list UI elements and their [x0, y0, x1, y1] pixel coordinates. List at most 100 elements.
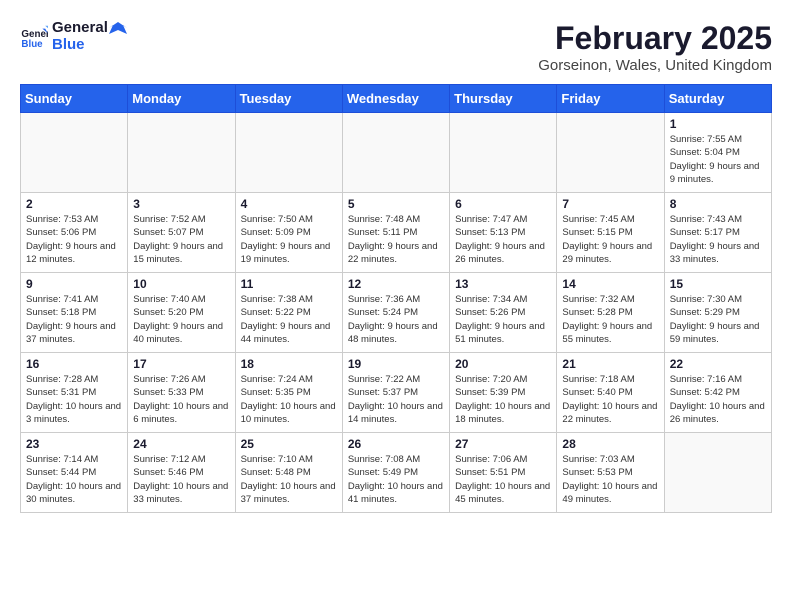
day-number: 27 [455, 437, 551, 451]
day-number: 5 [348, 197, 444, 211]
table-row [235, 113, 342, 193]
calendar-table: Sunday Monday Tuesday Wednesday Thursday… [20, 84, 772, 513]
day-number: 7 [562, 197, 658, 211]
day-info: Sunrise: 7:06 AM Sunset: 5:51 PM Dayligh… [455, 453, 551, 506]
day-info: Sunrise: 7:38 AM Sunset: 5:22 PM Dayligh… [241, 293, 337, 346]
table-row: 24Sunrise: 7:12 AM Sunset: 5:46 PM Dayli… [128, 433, 235, 513]
day-number: 1 [670, 117, 766, 131]
table-row: 15 Sunrise: 7:30 AM Sunset: 5:29 PM Dayli… [664, 273, 771, 353]
day-info: Sunrise: 7:30 AM Sunset: 5:29 PM Dayligh… [670, 293, 766, 346]
logo-general-text: General [52, 20, 127, 37]
day-number: 21 [562, 357, 658, 371]
header-monday: Monday [128, 85, 235, 113]
header-sunday: Sunday [21, 85, 128, 113]
day-info: Sunrise: 7:18 AM Sunset: 5:40 PM Dayligh… [562, 373, 658, 426]
table-row: 27 Sunrise: 7:06 AM Sunset: 5:51 PM Dayli… [450, 433, 557, 513]
day-number: 14 [562, 277, 658, 291]
day-number: 18 [241, 357, 337, 371]
day-info: Sunrise: 7:47 AM Sunset: 5:13 PM Dayligh… [455, 213, 551, 266]
table-row [342, 113, 449, 193]
day-info: Sunrise: 7:20 AM Sunset: 5:39 PM Dayligh… [455, 373, 551, 426]
table-row: 21 Sunrise: 7:18 AM Sunset: 5:40 PM Dayli… [557, 353, 664, 433]
day-info: Sunrise: 7:48 AM Sunset: 5:11 PM Dayligh… [348, 213, 444, 266]
location-subtitle: Gorseinon, Wales, United Kingdom [538, 57, 772, 74]
page-header: General Blue General Blue February 2025 … [20, 20, 772, 74]
day-number: 6 [455, 197, 551, 211]
table-row: 2 Sunrise: 7:53 AM Sunset: 5:06 PM Daylig… [21, 193, 128, 273]
day-number: 13 [455, 277, 551, 291]
table-row [557, 113, 664, 193]
day-info: Sunrise: 7:43 AM Sunset: 5:17 PM Dayligh… [670, 213, 766, 266]
day-info: Sunrise: 7:03 AM Sunset: 5:53 PM Dayligh… [562, 453, 658, 506]
day-info: Sunrise: 7:10 AM Sunset: 5:48 PM Dayligh… [241, 453, 337, 506]
day-number: 22 [670, 357, 766, 371]
logo: General Blue General Blue [20, 20, 127, 53]
logo-bird-icon [109, 20, 127, 36]
day-number: 26 [348, 437, 444, 451]
day-number: 10 [133, 277, 229, 291]
calendar-week-row: 9Sunrise: 7:41 AM Sunset: 5:18 PM Daylig… [21, 273, 772, 353]
table-row: 9Sunrise: 7:41 AM Sunset: 5:18 PM Daylig… [21, 273, 128, 353]
table-row: 11Sunrise: 7:38 AM Sunset: 5:22 PM Dayli… [235, 273, 342, 353]
table-row: 3 Sunrise: 7:52 AM Sunset: 5:07 PM Daylig… [128, 193, 235, 273]
table-row: 26 Sunrise: 7:08 AM Sunset: 5:49 PM Dayli… [342, 433, 449, 513]
table-row: 18 Sunrise: 7:24 AM Sunset: 5:35 PM Dayli… [235, 353, 342, 433]
table-row: 14 Sunrise: 7:32 AM Sunset: 5:28 PM Dayli… [557, 273, 664, 353]
day-info: Sunrise: 7:52 AM Sunset: 5:07 PM Dayligh… [133, 213, 229, 266]
calendar-week-row: 1 Sunrise: 7:55 AM Sunset: 5:04 PM Daylig… [21, 113, 772, 193]
calendar-week-row: 23 Sunrise: 7:14 AM Sunset: 5:44 PM Dayli… [21, 433, 772, 513]
day-info: Sunrise: 7:24 AM Sunset: 5:35 PM Dayligh… [241, 373, 337, 426]
header-friday: Friday [557, 85, 664, 113]
header-wednesday: Wednesday [342, 85, 449, 113]
day-info: Sunrise: 7:16 AM Sunset: 5:42 PM Dayligh… [670, 373, 766, 426]
calendar-body: 1 Sunrise: 7:55 AM Sunset: 5:04 PM Daylig… [21, 113, 772, 513]
day-info: Sunrise: 7:53 AM Sunset: 5:06 PM Dayligh… [26, 213, 122, 266]
table-row: 7 Sunrise: 7:45 AM Sunset: 5:15 PM Daylig… [557, 193, 664, 273]
day-info: Sunrise: 7:34 AM Sunset: 5:26 PM Dayligh… [455, 293, 551, 346]
table-row: 28 Sunrise: 7:03 AM Sunset: 5:53 PM Dayli… [557, 433, 664, 513]
table-row [128, 113, 235, 193]
svg-text:Blue: Blue [21, 38, 43, 49]
day-number: 23 [26, 437, 122, 451]
table-row: 4 Sunrise: 7:50 AM Sunset: 5:09 PM Daylig… [235, 193, 342, 273]
table-row: 25 Sunrise: 7:10 AM Sunset: 5:48 PM Dayli… [235, 433, 342, 513]
day-number: 25 [241, 437, 337, 451]
day-number: 9 [26, 277, 122, 291]
day-number: 15 [670, 277, 766, 291]
table-row: 20 Sunrise: 7:20 AM Sunset: 5:39 PM Dayli… [450, 353, 557, 433]
table-row: 1 Sunrise: 7:55 AM Sunset: 5:04 PM Daylig… [664, 113, 771, 193]
day-info: Sunrise: 7:55 AM Sunset: 5:04 PM Dayligh… [670, 133, 766, 186]
day-number: 8 [670, 197, 766, 211]
table-row: 10 Sunrise: 7:40 AM Sunset: 5:20 PM Dayli… [128, 273, 235, 353]
day-number: 4 [241, 197, 337, 211]
day-number: 24 [133, 437, 229, 451]
logo-blue-text: Blue [52, 37, 127, 54]
day-info: Sunrise: 7:36 AM Sunset: 5:24 PM Dayligh… [348, 293, 444, 346]
header-tuesday: Tuesday [235, 85, 342, 113]
table-row: 23 Sunrise: 7:14 AM Sunset: 5:44 PM Dayli… [21, 433, 128, 513]
day-number: 19 [348, 357, 444, 371]
day-info: Sunrise: 7:45 AM Sunset: 5:15 PM Dayligh… [562, 213, 658, 266]
month-year-title: February 2025 [538, 20, 772, 57]
day-number: 28 [562, 437, 658, 451]
weekday-header-row: Sunday Monday Tuesday Wednesday Thursday… [21, 85, 772, 113]
day-number: 3 [133, 197, 229, 211]
table-row: 5 Sunrise: 7:48 AM Sunset: 5:11 PM Daylig… [342, 193, 449, 273]
day-number: 20 [455, 357, 551, 371]
table-row: 16 Sunrise: 7:28 AM Sunset: 5:31 PM Dayli… [21, 353, 128, 433]
day-info: Sunrise: 7:26 AM Sunset: 5:33 PM Dayligh… [133, 373, 229, 426]
day-info: Sunrise: 7:28 AM Sunset: 5:31 PM Dayligh… [26, 373, 122, 426]
day-info: Sunrise: 7:08 AM Sunset: 5:49 PM Dayligh… [348, 453, 444, 506]
day-info: Sunrise: 7:32 AM Sunset: 5:28 PM Dayligh… [562, 293, 658, 346]
table-row: 8 Sunrise: 7:43 AM Sunset: 5:17 PM Daylig… [664, 193, 771, 273]
day-info: Sunrise: 7:50 AM Sunset: 5:09 PM Dayligh… [241, 213, 337, 266]
table-row: 13 Sunrise: 7:34 AM Sunset: 5:26 PM Dayli… [450, 273, 557, 353]
table-row: 19Sunrise: 7:22 AM Sunset: 5:37 PM Dayli… [342, 353, 449, 433]
calendar-week-row: 16 Sunrise: 7:28 AM Sunset: 5:31 PM Dayli… [21, 353, 772, 433]
table-row [664, 433, 771, 513]
day-number: 2 [26, 197, 122, 211]
table-row: 22 Sunrise: 7:16 AM Sunset: 5:42 PM Dayli… [664, 353, 771, 433]
day-number: 16 [26, 357, 122, 371]
day-info: Sunrise: 7:14 AM Sunset: 5:44 PM Dayligh… [26, 453, 122, 506]
day-info: Sunrise: 7:40 AM Sunset: 5:20 PM Dayligh… [133, 293, 229, 346]
